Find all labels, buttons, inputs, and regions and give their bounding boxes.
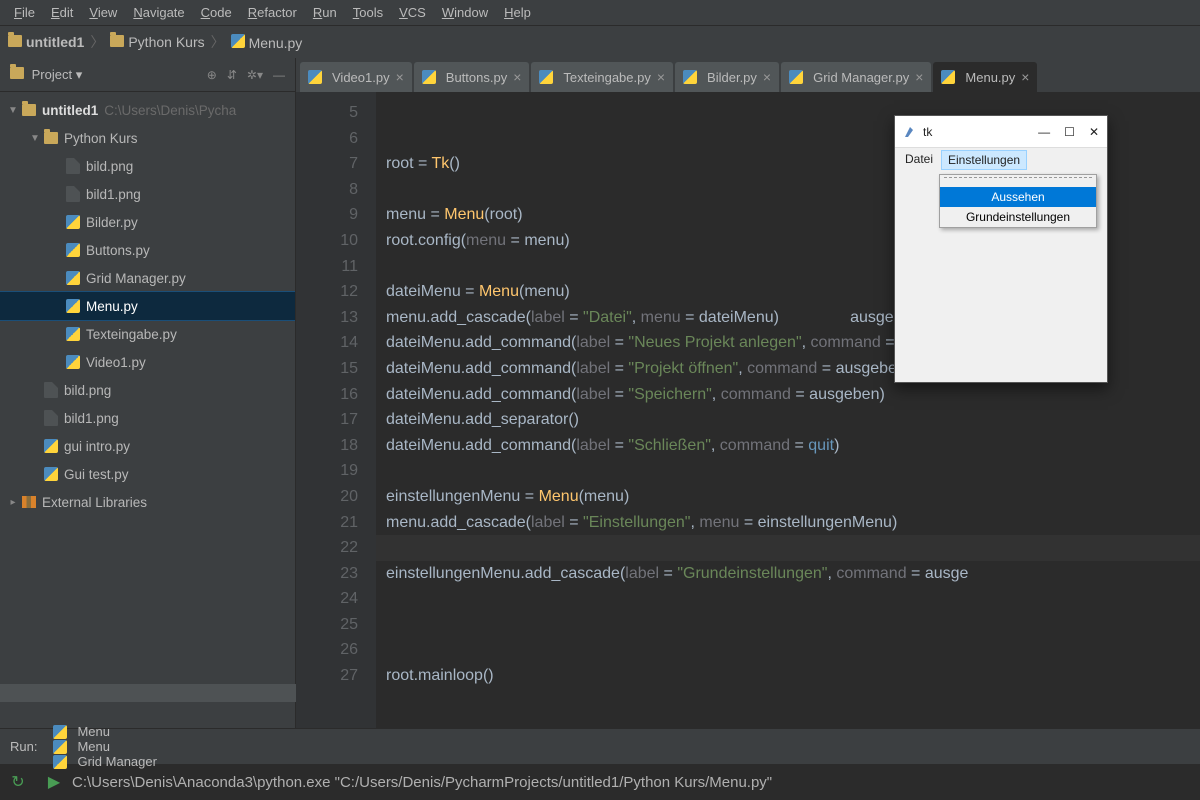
tree-item-bild1-png[interactable]: bild1.png: [0, 404, 295, 432]
tree-item-grid-manager-py[interactable]: Grid Manager.py: [0, 264, 295, 292]
tree-item-buttons-py[interactable]: Buttons.py: [0, 236, 295, 264]
menu-run[interactable]: Run: [305, 3, 345, 22]
tk-title-text: tk: [923, 125, 932, 139]
breadcrumbs: untitled1 〉 Python Kurs 〉 Menu.py: [0, 26, 1200, 58]
minimize-icon[interactable]: —: [1038, 125, 1050, 139]
tree-item-bilder-py[interactable]: Bilder.py: [0, 208, 295, 236]
tab-close-icon[interactable]: ×: [1021, 69, 1029, 85]
tk-item-aussehen[interactable]: Aussehen: [940, 187, 1096, 207]
maximize-icon[interactable]: ☐: [1064, 125, 1075, 139]
menu-file[interactable]: File: [6, 3, 43, 22]
tab-close-icon[interactable]: ×: [915, 69, 923, 85]
chevron-right-icon: 〉: [90, 32, 104, 52]
tab-menu-py[interactable]: Menu.py×: [933, 62, 1037, 92]
tree-item-gui-test-py[interactable]: Gui test.py: [0, 460, 295, 488]
tree-item-texteingabe-py[interactable]: Texteingabe.py: [0, 320, 295, 348]
tk-app-window[interactable]: tk — ☐ ✕ DateiEinstellungen AussehenGrun…: [894, 115, 1108, 383]
tk-menu-datei[interactable]: Datei: [899, 150, 939, 170]
tk-item-grundeinstellungen[interactable]: Grundeinstellungen: [940, 207, 1096, 227]
menu-refactor[interactable]: Refactor: [240, 3, 305, 22]
sidebar-title[interactable]: Project ▾: [10, 67, 82, 83]
run-config-menu[interactable]: Menu: [53, 739, 156, 754]
tree-item-bild1-png[interactable]: bild1.png: [0, 180, 295, 208]
tab-close-icon[interactable]: ×: [763, 69, 771, 85]
tree-item-gui-intro-py[interactable]: gui intro.py: [0, 432, 295, 460]
tree-item-video1-py[interactable]: Video1.py: [0, 348, 295, 376]
settings-gear-icon[interactable]: ✲▾: [247, 68, 263, 82]
tk-menu-einstellungen[interactable]: Einstellungen: [941, 150, 1027, 170]
run-config-grid-manager[interactable]: Grid Manager: [53, 754, 156, 769]
run-config-menu[interactable]: Menu: [53, 724, 156, 739]
menu-help[interactable]: Help: [496, 3, 539, 22]
menu-tools[interactable]: Tools: [345, 3, 391, 22]
line-gutter: 5678910111213141516171819202122232425262…: [296, 92, 376, 728]
folder-icon: [8, 35, 22, 47]
tab-close-icon[interactable]: ×: [513, 69, 521, 85]
chevron-right-icon: 〉: [211, 32, 225, 52]
close-icon[interactable]: ✕: [1089, 125, 1099, 139]
run-button[interactable]: ▶: [36, 772, 72, 792]
tab-video1-py[interactable]: Video1.py×: [300, 62, 412, 92]
tab-close-icon[interactable]: ×: [657, 69, 665, 85]
tab-close-icon[interactable]: ×: [396, 69, 404, 85]
tk-titlebar[interactable]: tk — ☐ ✕: [895, 116, 1107, 148]
target-icon[interactable]: ⊕: [207, 68, 217, 82]
folder-icon: [110, 35, 124, 47]
run-console[interactable]: ↻ ▶ C:\Users\Denis\Anaconda3\python.exe …: [0, 764, 1200, 800]
menu-vcs[interactable]: VCS: [391, 3, 434, 22]
project-icon: [10, 67, 24, 79]
menu-window[interactable]: Window: [434, 3, 496, 22]
tab-bilder-py[interactable]: Bilder.py×: [675, 62, 779, 92]
project-tree[interactable]: ▼untitled1C:\Users\Denis\Pycha▼Python Ku…: [0, 92, 295, 728]
tearoff-handle[interactable]: [944, 177, 1092, 185]
menu-view[interactable]: View: [81, 3, 125, 22]
tree-item-bild-png[interactable]: bild.png: [0, 376, 295, 404]
collapse-icon[interactable]: ⇵: [227, 68, 237, 82]
sidebar-scrollbar[interactable]: [0, 684, 296, 702]
rerun-button[interactable]: ↻: [0, 772, 36, 792]
tree-item-external-libraries[interactable]: ▸External Libraries: [0, 488, 295, 516]
project-sidebar: Project ▾ ⊕ ⇵ ✲▾ — ▼untitled1C:\Users\De…: [0, 58, 296, 728]
main-menubar[interactable]: FileEditViewNavigateCodeRefactorRunTools…: [0, 0, 1200, 26]
tab-texteingabe-py[interactable]: Texteingabe.py×: [531, 62, 673, 92]
tree-item--b-untitled1-b-[interactable]: ▼untitled1C:\Users\Denis\Pycha: [0, 96, 295, 124]
tk-feather-icon: [903, 125, 917, 139]
console-output: C:\Users\Denis\Anaconda3\python.exe "C:/…: [72, 774, 772, 791]
tk-menubar[interactable]: DateiEinstellungen: [895, 148, 1107, 172]
tab-buttons-py[interactable]: Buttons.py×: [414, 62, 530, 92]
tree-item-menu-py[interactable]: Menu.py: [0, 292, 295, 320]
breadcrumb-project[interactable]: untitled1: [8, 34, 84, 50]
tree-item-python-kurs[interactable]: ▼Python Kurs: [0, 124, 295, 152]
menu-navigate[interactable]: Navigate: [125, 3, 192, 22]
tk-dropdown-menu[interactable]: AussehenGrundeinstellungen: [939, 174, 1097, 228]
tree-item-bild-png[interactable]: bild.png: [0, 152, 295, 180]
run-label: Run:: [10, 739, 37, 754]
editor-tabs[interactable]: Video1.py×Buttons.py×Texteingabe.py×Bild…: [296, 58, 1200, 92]
breadcrumb-folder[interactable]: Python Kurs: [110, 34, 204, 50]
breadcrumb-file[interactable]: Menu.py: [231, 34, 303, 51]
run-toolwindow-bar: Run: Menu Menu Grid Manager: [0, 728, 1200, 764]
menu-code[interactable]: Code: [193, 3, 240, 22]
hide-icon[interactable]: —: [273, 68, 285, 82]
python-file-icon: [231, 34, 245, 48]
menu-edit[interactable]: Edit: [43, 3, 81, 22]
tab-grid-manager-py[interactable]: Grid Manager.py×: [781, 62, 931, 92]
